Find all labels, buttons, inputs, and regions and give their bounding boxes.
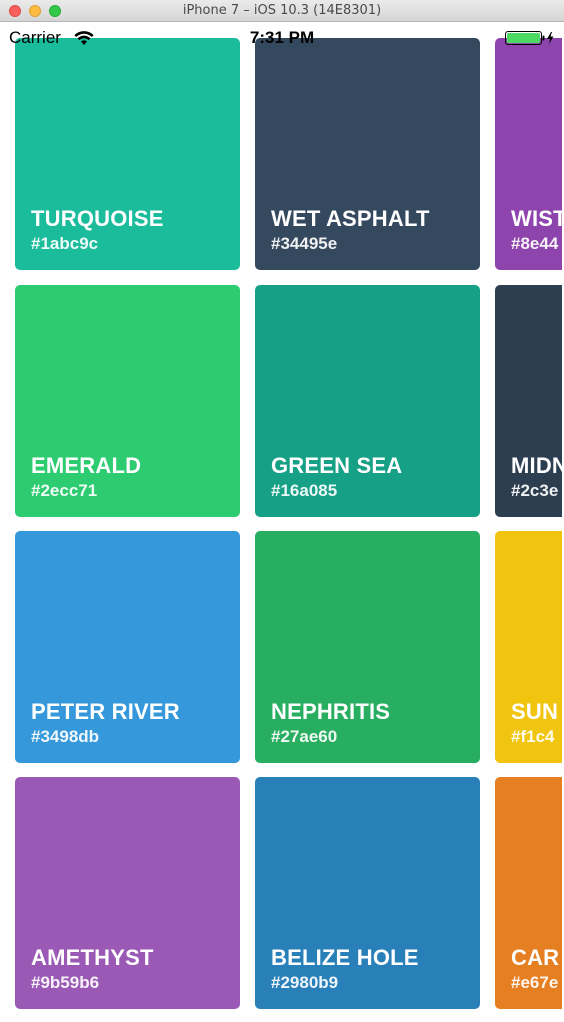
color-name: EMERALD [31,453,142,478]
color-hex: #2980b9 [271,973,339,992]
color-card-midnight-blue[interactable]: MIDN #2c3e [495,285,564,517]
color-name: WIST [511,206,564,231]
color-hex: #16a085 [271,481,338,500]
color-name: CAR [511,945,560,970]
color-name: AMETHYST [31,945,154,970]
color-card-emerald[interactable]: EMERALD #2ecc71 [15,285,240,517]
color-card-carrot[interactable]: CAR #e67e [495,777,564,1009]
color-card-belize-hole[interactable]: BELIZE HOLE #2980b9 [255,777,480,1009]
color-name: MIDN [511,453,564,478]
color-name: BELIZE HOLE [271,945,419,970]
window-title: iPhone 7 – iOS 10.3 (14E8301) [182,3,382,18]
color-name: NEPHRITIS [271,699,391,724]
color-name: PETER RIVER [31,699,180,724]
color-name: TURQUOISE [31,206,164,231]
color-hex: #2c3e [511,481,559,500]
color-name: GREEN SEA [271,453,403,478]
color-card-turquoise[interactable]: TURQUOISE #1abc9c [15,38,240,270]
color-card-peter-river[interactable]: PETER RIVER #3498db [15,531,240,763]
color-hex: #3498db [31,727,100,746]
window-titlebar: iPhone 7 – iOS 10.3 (14E8301) [0,0,564,22]
color-hex: #f1c4 [511,727,555,746]
color-hex: #2ecc71 [31,481,98,500]
color-card-sun-flower[interactable]: SUN #f1c4 [495,531,564,763]
color-card-green-sea[interactable]: GREEN SEA #16a085 [255,285,480,517]
color-hex: #9b59b6 [31,973,100,992]
color-name: SUN [511,699,559,724]
color-card-wet-asphalt[interactable]: WET ASPHALT #34495e [255,38,480,270]
color-card-wisteria[interactable]: WIST #8e44 [495,38,564,270]
color-hex: #1abc9c [31,234,99,253]
color-hex: #e67e [511,973,559,992]
color-card-amethyst[interactable]: AMETHYST #9b59b6 [15,777,240,1009]
simulator-window: iPhone 7 – iOS 10.3 (14E8301) TURQUOISE … [0,0,564,1022]
color-hex: #27ae60 [271,727,338,746]
color-card-nephritis[interactable]: NEPHRITIS #27ae60 [255,531,480,763]
color-name: WET ASPHALT [271,206,430,231]
color-grid[interactable]: TURQUOISE #1abc9c WET ASPHALT #34495e WI… [0,23,564,1022]
color-hex: #8e44 [511,234,559,253]
color-hex: #34495e [271,234,338,253]
